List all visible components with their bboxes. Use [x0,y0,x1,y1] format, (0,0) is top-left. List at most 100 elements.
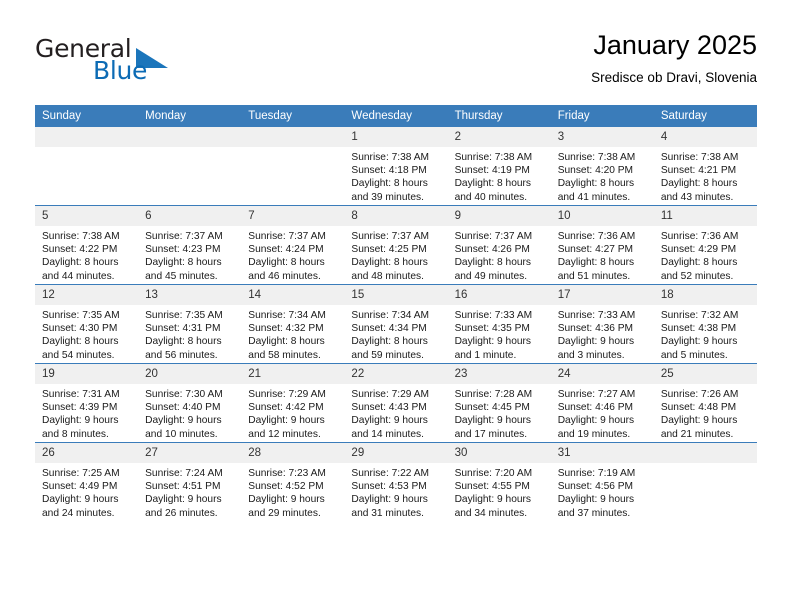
sunset-text: Sunset: 4:38 PM [660,323,737,335]
calendar-day-cell[interactable]: 21 Sunrise: 7:29 AM Sunset: 4:42 PM Dayligh… [241,363,345,443]
day-sun-info: Sunrise: 7:20 AM Sunset: 4:55 PM Daylight:… [448,463,551,520]
calendar-day-cell[interactable]: 27 Sunrise: 7:24 AM Sunset: 4:51 PM Dayligh… [138,442,242,521]
daylight-text-line1: Daylight: 8 hours [660,178,738,190]
page-title: January 2025 [593,30,757,60]
sunrise-text: Sunrise: 7:32 AM [660,310,739,321]
calendar-day-cell[interactable]: 13 Sunrise: 7:35 AM Sunset: 4:31 PM Dayligh… [138,284,242,364]
sunset-text: Sunset: 4:45 PM [454,402,530,414]
calendar-day-cell[interactable]: 2 Sunrise: 7:38 AM Sunset: 4:19 PM Daylight… [447,127,551,206]
sunset-text: Sunset: 4:31 PM [145,323,221,335]
calendar-day-cell[interactable]: 20 Sunrise: 7:30 AM Sunset: 4:40 PM Dayligh… [138,363,242,443]
daylight-text-line1: Daylight: 8 hours [351,257,428,269]
day-number [241,127,345,147]
calendar-day-cell[interactable]: 10 Sunrise: 7:36 AM Sunset: 4:27 PM Dayligh… [550,205,654,285]
calendar-day-cell[interactable]: 23 Sunrise: 7:28 AM Sunset: 4:45 PM Dayligh… [447,363,551,443]
daylight-text-line2: and 8 minutes. [42,428,109,440]
calendar-day-cell[interactable]: 7 Sunrise: 7:37 AM Sunset: 4:24 PM Daylight… [241,205,345,285]
calendar-day-cell[interactable]: 16 Sunrise: 7:33 AM Sunset: 4:35 PM Dayligh… [447,284,551,364]
daylight-text-line2: and 51 minutes. [557,270,631,282]
calendar-day-cell[interactable]: 1 Sunrise: 7:38 AM Sunset: 4:18 PM Daylight… [344,127,448,206]
daylight-text-line1: Daylight: 9 hours [454,494,532,506]
daylight-text-line1: Daylight: 9 hours [660,336,738,348]
day-sun-info: Sunrise: 7:32 AM Sunset: 4:38 PM Daylight:… [654,305,757,362]
calendar-day-cell[interactable]: 8 Sunrise: 7:37 AM Sunset: 4:25 PM Daylight… [344,205,448,285]
calendar-day-cell[interactable]: 11 Sunrise: 7:36 AM Sunset: 4:29 PM Dayligh… [653,205,757,285]
day-sun-info: Sunrise: 7:29 AM Sunset: 4:43 PM Daylight:… [344,384,447,441]
day-number: 9 [447,206,551,226]
daylight-text-line2: and 52 minutes. [660,270,734,282]
calendar-day-cell[interactable]: 28 Sunrise: 7:23 AM Sunset: 4:52 PM Dayligh… [241,442,345,521]
day-sun-info: Sunrise: 7:31 AM Sunset: 4:39 PM Daylight:… [35,384,138,441]
sunset-text: Sunset: 4:18 PM [351,165,427,177]
calendar-day-cell[interactable]: 19 Sunrise: 7:31 AM Sunset: 4:39 PM Dayligh… [35,363,139,443]
calendar-day-cell[interactable]: 24 Sunrise: 7:27 AM Sunset: 4:46 PM Dayligh… [550,363,654,443]
daylight-text-line1: Daylight: 9 hours [454,336,532,348]
day-sun-info: Sunrise: 7:22 AM Sunset: 4:53 PM Daylight:… [344,463,447,520]
page-subtitle: Sredisce ob Dravi, Slovenia [591,70,757,85]
daylight-text-line2: and 44 minutes. [42,270,115,282]
day-number: 18 [653,285,757,305]
sunset-text: Sunset: 4:34 PM [351,323,427,335]
calendar-day-cell[interactable]: 6 Sunrise: 7:37 AM Sunset: 4:23 PM Daylight… [138,205,242,285]
calendar-day-cell[interactable]: 26 Sunrise: 7:25 AM Sunset: 4:49 PM Dayligh… [35,442,139,521]
day-sun-info: Sunrise: 7:37 AM Sunset: 4:26 PM Daylight:… [448,226,551,283]
sunrise-text: Sunrise: 7:38 AM [351,152,430,163]
sunset-text: Sunset: 4:49 PM [42,481,118,493]
sunset-text: Sunset: 4:55 PM [454,481,530,493]
daylight-text-line1: Daylight: 8 hours [557,178,635,190]
general-blue-logo[interactable]: General Blue [35,34,235,90]
daylight-text-line1: Daylight: 9 hours [42,415,119,427]
sunrise-text: Sunrise: 7:37 AM [145,231,223,242]
calendar-day-cell[interactable]: 15 Sunrise: 7:34 AM Sunset: 4:34 PM Dayligh… [344,284,448,364]
day-sun-info: Sunrise: 7:38 AM Sunset: 4:19 PM Daylight:… [448,147,551,204]
day-sun-info: Sunrise: 7:25 AM Sunset: 4:49 PM Daylight:… [35,463,138,520]
calendar-day-cell[interactable]: 17 Sunrise: 7:33 AM Sunset: 4:36 PM Dayligh… [550,284,654,364]
daylight-text-line1: Daylight: 8 hours [660,257,738,269]
day-sun-info: Sunrise: 7:35 AM Sunset: 4:30 PM Daylight:… [35,305,138,362]
calendar-day-cell[interactable]: 22 Sunrise: 7:29 AM Sunset: 4:43 PM Dayligh… [344,363,448,443]
daylight-text-line1: Daylight: 8 hours [145,257,222,269]
day-sun-info: Sunrise: 7:37 AM Sunset: 4:23 PM Daylight:… [138,226,241,283]
calendar-day-cell[interactable]: 3 Sunrise: 7:38 AM Sunset: 4:20 PM Daylight… [550,127,654,206]
calendar-day-cell[interactable]: 31 Sunrise: 7:19 AM Sunset: 4:56 PM Dayligh… [550,442,654,521]
calendar-day-cell[interactable]: 12 Sunrise: 7:35 AM Sunset: 4:30 PM Dayligh… [35,284,139,364]
daylight-text-line1: Daylight: 9 hours [145,415,222,427]
daylight-text-line2: and 14 minutes. [351,428,424,440]
calendar-day-cell[interactable]: 4 Sunrise: 7:38 AM Sunset: 4:21 PM Daylight… [653,127,757,206]
calendar-day-cell[interactable]: 29 Sunrise: 7:22 AM Sunset: 4:53 PM Dayligh… [344,442,448,521]
day-number [653,443,757,463]
daylight-text-line1: Daylight: 8 hours [145,336,222,348]
sunrise-text: Sunrise: 7:37 AM [351,231,430,242]
daylight-text-line1: Daylight: 9 hours [557,336,635,348]
sunrise-text: Sunrise: 7:34 AM [351,310,430,321]
day-number: 22 [344,364,448,384]
day-number: 14 [241,285,345,305]
day-sun-info: Sunrise: 7:33 AM Sunset: 4:36 PM Daylight:… [551,305,654,362]
daylight-text-line2: and 58 minutes. [248,349,321,361]
daylight-text-line1: Daylight: 9 hours [454,415,532,427]
calendar-day-cell[interactable]: 18 Sunrise: 7:32 AM Sunset: 4:38 PM Dayligh… [653,284,757,364]
brand-name-blue: Blue [93,56,148,85]
daylight-text-line2: and 26 minutes. [145,507,218,519]
sunset-text: Sunset: 4:48 PM [660,402,737,414]
day-number: 15 [344,285,448,305]
sunset-text: Sunset: 4:20 PM [557,165,634,177]
calendar-day-cell[interactable]: 30 Sunrise: 7:20 AM Sunset: 4:55 PM Dayligh… [447,442,551,521]
daylight-text-line1: Daylight: 9 hours [351,415,428,427]
daylight-text-line1: Daylight: 8 hours [557,257,635,269]
daylight-text-line2: and 3 minutes. [557,349,625,361]
sunrise-text: Sunrise: 7:38 AM [42,231,120,242]
calendar-day-cell[interactable]: 5 Sunrise: 7:38 AM Sunset: 4:22 PM Daylight… [35,205,139,285]
calendar-day-cell[interactable]: 14 Sunrise: 7:34 AM Sunset: 4:32 PM Dayligh… [241,284,345,364]
calendar-day-cell[interactable]: 25 Sunrise: 7:26 AM Sunset: 4:48 PM Dayligh… [653,363,757,443]
day-sun-info: Sunrise: 7:38 AM Sunset: 4:22 PM Daylight:… [35,226,138,283]
daylight-text-line1: Daylight: 9 hours [248,494,325,506]
daylight-text-line2: and 21 minutes. [660,428,734,440]
day-number: 16 [447,285,551,305]
daylight-text-line1: Daylight: 9 hours [42,494,119,506]
sunset-text: Sunset: 4:19 PM [454,165,530,177]
calendar-day-cell[interactable]: 9 Sunrise: 7:37 AM Sunset: 4:26 PM Daylight… [447,205,551,285]
sunset-text: Sunset: 4:25 PM [351,244,427,256]
weekday-header-saturday: Saturday [653,105,757,127]
daylight-text-line1: Daylight: 8 hours [454,257,532,269]
